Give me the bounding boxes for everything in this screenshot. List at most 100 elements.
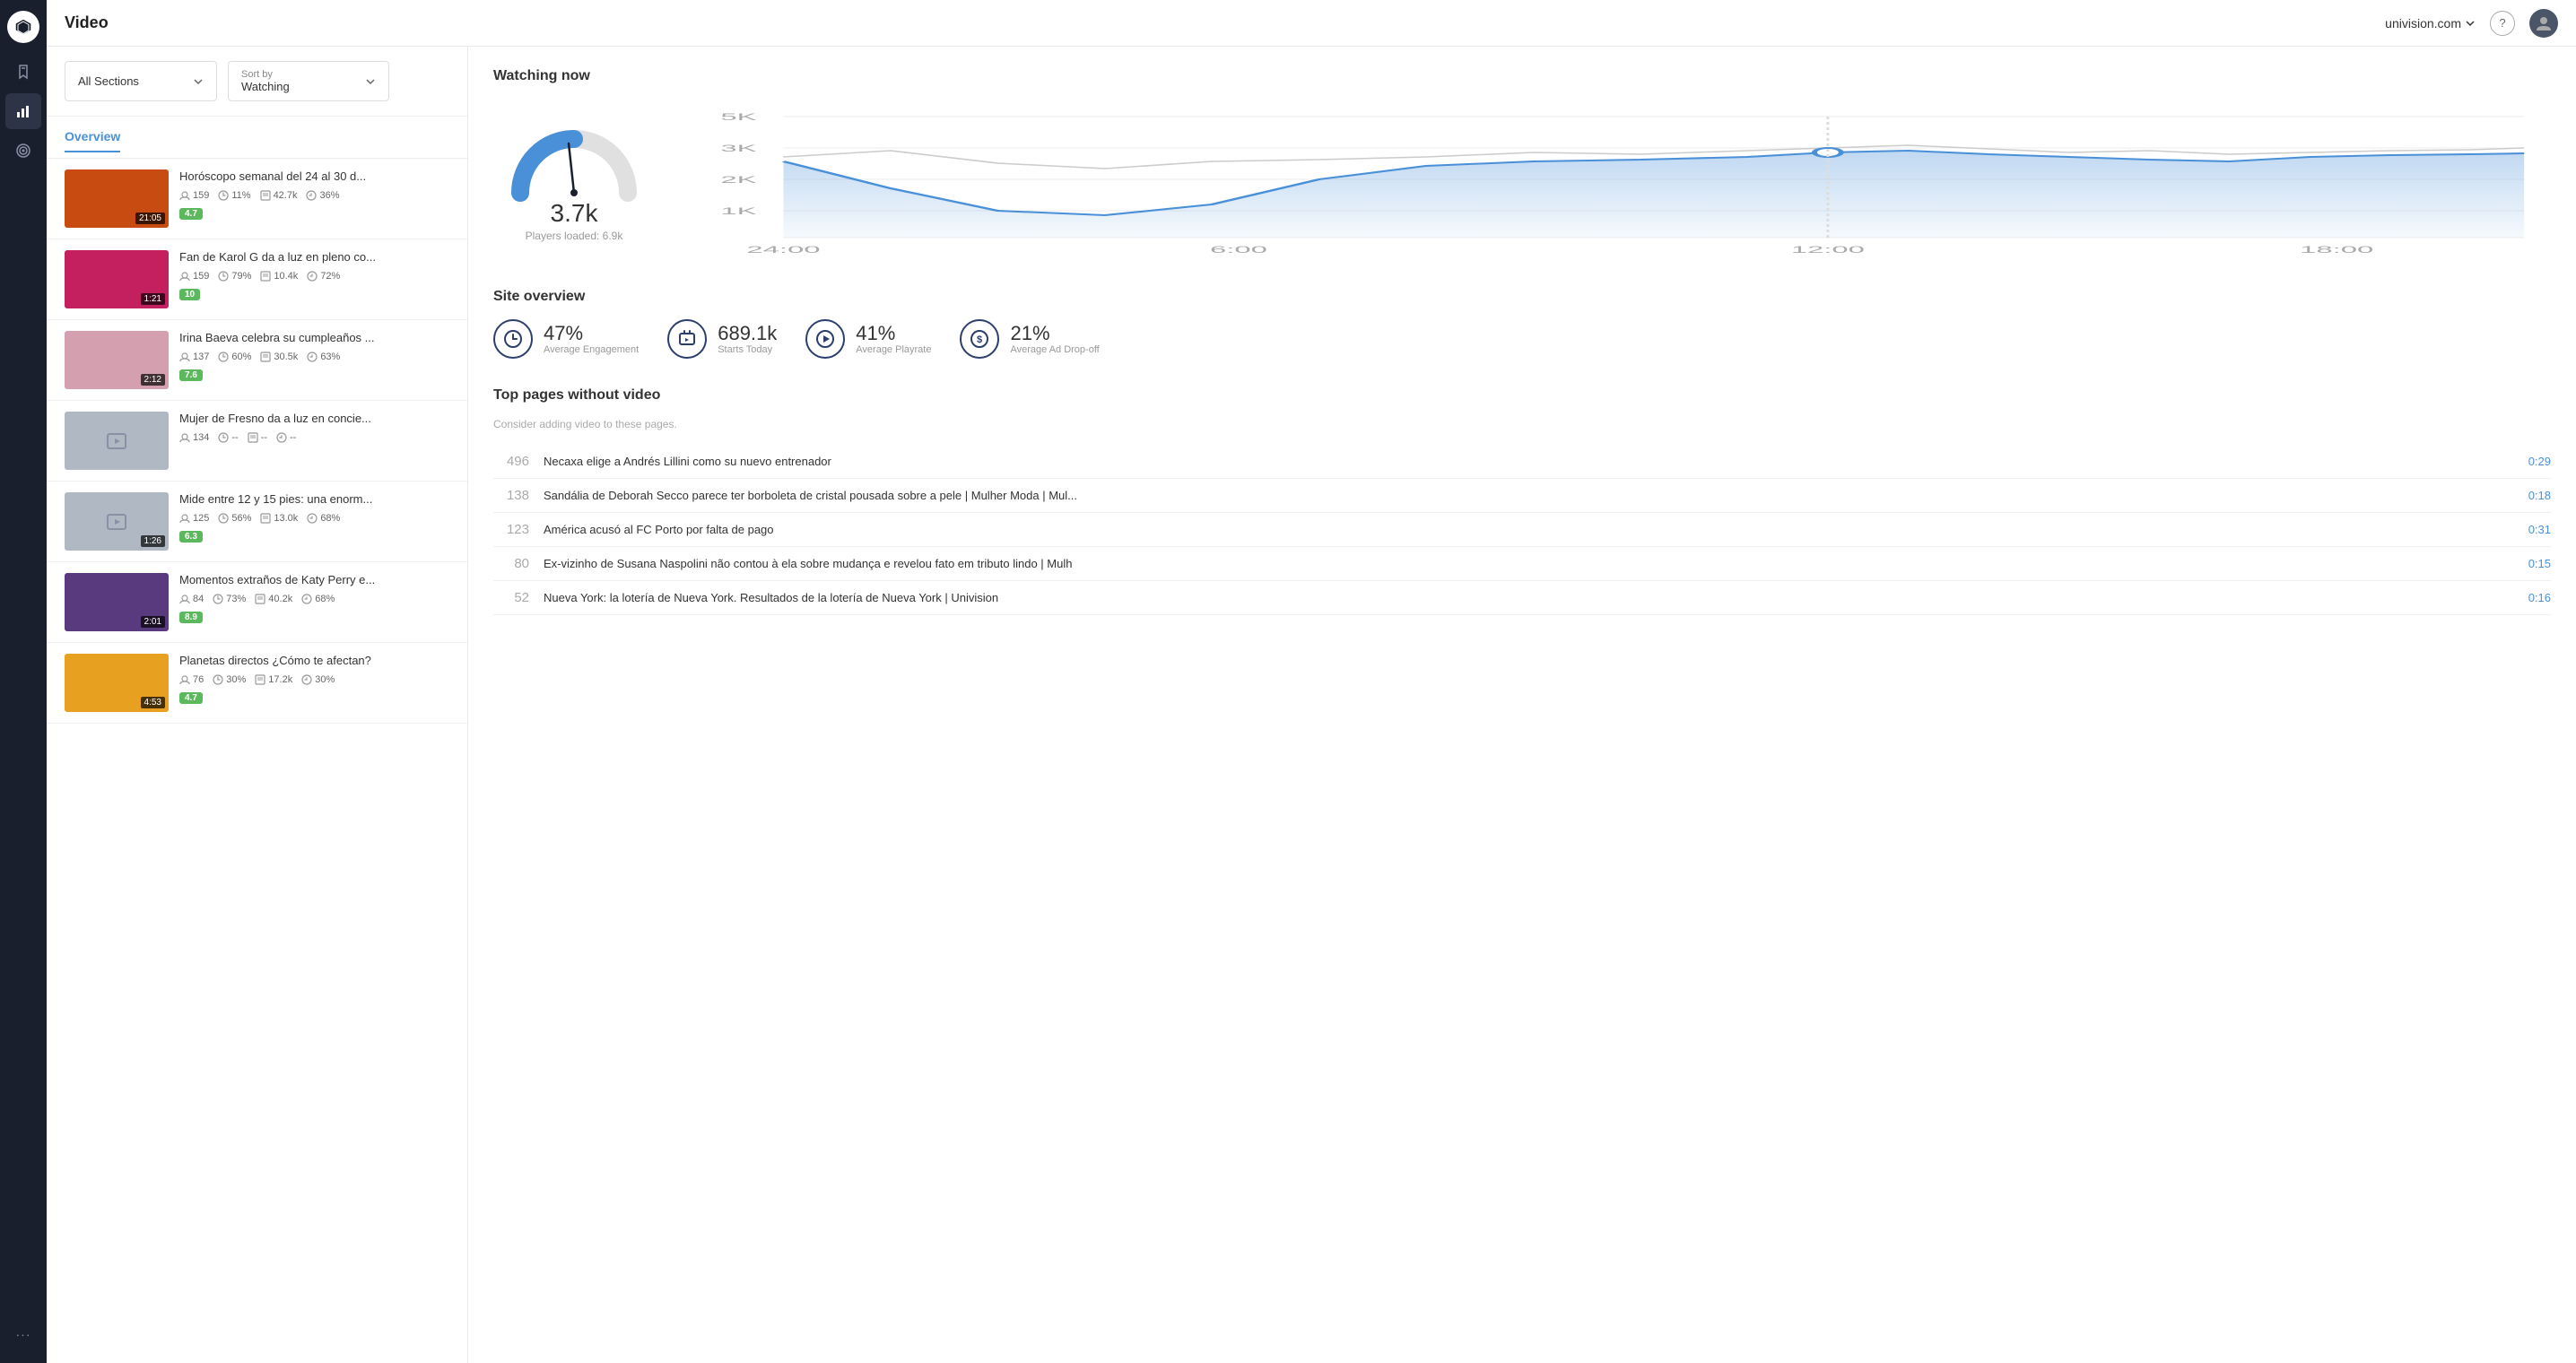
video-item[interactable]: 1:26 Mide entre 12 y 15 pies: una enorm.… (47, 482, 467, 562)
playrate-label: Average Playrate (856, 344, 931, 355)
ad-dropoff-icon: $ (960, 319, 999, 359)
video-title: Irina Baeva celebra su cumpleaños ... (179, 331, 449, 346)
page-title: Video (65, 13, 109, 32)
site-overview-section: Site overview 47% Average Engagement (493, 289, 2551, 359)
svg-text:5K: 5K (720, 112, 757, 123)
svg-text:$: $ (977, 334, 982, 345)
video-thumb: 2:12 (65, 331, 169, 389)
metric-engagement: 47% Average Engagement (493, 319, 639, 359)
watching-now-section: Watching now 3.7k (493, 68, 2551, 260)
site-overview-title: Site overview (493, 289, 2551, 305)
ad-dropoff-value: 21% (1010, 323, 1099, 344)
video-item[interactable]: 4:53 Planetas directos ¿Cómo te afectan?… (47, 643, 467, 724)
page-title-text: Sandália de Deborah Secco parece ter bor… (544, 489, 2514, 502)
svg-text:24:00: 24:00 (746, 245, 820, 256)
sidebar-item-chart[interactable] (5, 93, 41, 129)
sidebar-item-target[interactable] (5, 133, 41, 169)
gauge-container: 3.7k Players loaded: 6.9k (493, 117, 655, 242)
metric-playrate: 41% Average Playrate (805, 319, 931, 359)
video-thumb: 4:53 (65, 654, 169, 712)
engagement-icon (493, 319, 533, 359)
video-thumb: 21:05 (65, 169, 169, 228)
video-title: Fan de Karol G da a luz en pleno co... (179, 250, 449, 265)
video-item[interactable]: 2:12 Irina Baeva celebra su cumpleaños .… (47, 320, 467, 401)
page-row[interactable]: 123 América acusó al FC Porto por falta … (493, 513, 2551, 547)
filters-bar: All Sections Sort by Watching (47, 47, 467, 117)
page-count: 52 (493, 590, 529, 605)
video-stats: 134 -- -- -- (179, 432, 449, 443)
playrate-icon (805, 319, 845, 359)
video-stats: 159 11% 42.7k 36% (179, 190, 449, 201)
video-title: Mujer de Fresno da a luz en concie... (179, 412, 449, 427)
right-panel: Watching now 3.7k (468, 47, 2576, 1363)
page-row[interactable]: 52 Nueva York: la lotería de Nueva York.… (493, 581, 2551, 615)
help-button[interactable]: ? (2490, 11, 2515, 36)
video-list: 21:05 Horóscopo semanal del 24 al 30 d..… (47, 159, 467, 1363)
video-title: Horóscopo semanal del 24 al 30 d... (179, 169, 449, 185)
starts-label: Starts Today (718, 344, 777, 355)
page-row[interactable]: 80 Ex-vizinho de Susana Naspolini não co… (493, 547, 2551, 581)
video-stats: 125 56% 13.0k 68% (179, 513, 449, 524)
metric-starts: 689.1k Starts Today (667, 319, 777, 359)
video-title: Momentos extraños de Katy Perry e... (179, 573, 449, 588)
svg-text:3K: 3K (720, 143, 757, 154)
page-title-text: Ex-vizinho de Susana Naspolini não conto… (544, 557, 2514, 570)
starts-icon (667, 319, 707, 359)
pages-list: 496 Necaxa elige a Andrés Lillini como s… (493, 445, 2551, 615)
topbar: Video univision.com ? (47, 0, 2576, 47)
svg-text:12:00: 12:00 (1791, 245, 1865, 256)
gauge-value: 3.7k (551, 199, 598, 228)
page-time: 0:31 (2528, 523, 2551, 536)
metric-ad-dropoff: $ 21% Average Ad Drop-off (960, 319, 1099, 359)
sidebar-item-more[interactable]: ··· (5, 1316, 41, 1352)
video-thumb: 1:26 (65, 492, 169, 551)
avatar[interactable] (2529, 9, 2558, 38)
page-count: 80 (493, 556, 529, 571)
sidebar-item-bookmark[interactable] (5, 54, 41, 90)
svg-text:18:00: 18:00 (2300, 245, 2373, 256)
top-pages-title: Top pages without video (493, 387, 2551, 404)
video-stats: 84 73% 40.2k 68% (179, 594, 449, 604)
tab-overview[interactable]: Overview (65, 129, 120, 152)
overview-tab-bar: Overview (47, 117, 467, 159)
ad-dropoff-label: Average Ad Drop-off (1010, 344, 1099, 355)
video-item[interactable]: 21:05 Horóscopo semanal del 24 al 30 d..… (47, 159, 467, 239)
page-time: 0:15 (2528, 557, 2551, 570)
video-stats: 76 30% 17.2k 30% (179, 674, 449, 685)
topbar-right: univision.com ? (2385, 9, 2558, 38)
engagement-label: Average Engagement (544, 344, 639, 355)
svg-text:1K: 1K (720, 206, 757, 217)
page-count: 138 (493, 488, 529, 503)
engagement-value: 47% (544, 323, 639, 344)
video-item[interactable]: 2:01 Momentos extraños de Katy Perry e..… (47, 562, 467, 643)
page-title-text: Nueva York: la lotería de Nueva York. Re… (544, 591, 2514, 604)
top-pages-subtitle: Consider adding video to these pages. (493, 418, 2551, 430)
video-title: Planetas directos ¿Cómo te afectan? (179, 654, 449, 669)
overview-metrics: 47% Average Engagement (493, 319, 2551, 359)
video-stats: 137 60% 30.5k 63% (179, 352, 449, 362)
page-title-text: América acusó al FC Porto por falta de p… (544, 523, 2514, 536)
gauge-sub: Players loaded: 6.9k (526, 230, 623, 242)
svg-text:2K: 2K (720, 175, 757, 186)
top-pages-section: Top pages without video Consider adding … (493, 387, 2551, 615)
page-time: 0:18 (2528, 489, 2551, 502)
watching-now-title: Watching now (493, 68, 2551, 84)
sort-filter[interactable]: Sort by Watching (228, 61, 389, 101)
video-item[interactable]: Mujer de Fresno da a luz en concie... 13… (47, 401, 467, 482)
sidebar: ··· (0, 0, 47, 1363)
page-row[interactable]: 138 Sandália de Deborah Secco parece ter… (493, 479, 2551, 513)
page-row[interactable]: 496 Necaxa elige a Andrés Lillini como s… (493, 445, 2551, 479)
starts-value: 689.1k (718, 323, 777, 344)
logo[interactable] (7, 11, 39, 43)
svg-text:6:00: 6:00 (1210, 245, 1267, 256)
video-thumb (65, 412, 169, 470)
page-time: 0:29 (2528, 455, 2551, 468)
video-stats: 159 79% 10.4k 72% (179, 271, 449, 282)
video-title: Mide entre 12 y 15 pies: una enorm... (179, 492, 449, 508)
sections-filter[interactable]: All Sections (65, 61, 217, 101)
page-time: 0:16 (2528, 591, 2551, 604)
domain-selector[interactable]: univision.com (2385, 16, 2476, 30)
playrate-value: 41% (856, 323, 931, 344)
video-thumb: 2:01 (65, 573, 169, 631)
video-item[interactable]: 1:21 Fan de Karol G da a luz en pleno co… (47, 239, 467, 320)
